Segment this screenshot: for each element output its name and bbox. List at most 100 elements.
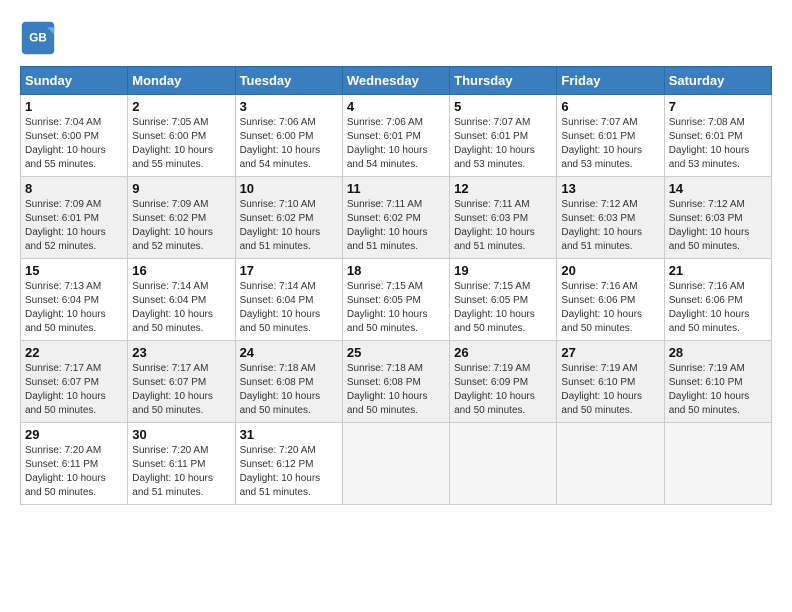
day-number: 20 — [561, 263, 659, 278]
svg-text:GB: GB — [29, 32, 47, 45]
day-number: 10 — [240, 181, 338, 196]
calendar-cell: 24 Sunrise: 7:18 AM Sunset: 6:08 PM Dayli… — [235, 341, 342, 423]
day-number: 27 — [561, 345, 659, 360]
day-number: 6 — [561, 99, 659, 114]
logo: GB — [20, 20, 60, 56]
day-info: Sunrise: 7:18 AM Sunset: 6:08 PM Dayligh… — [347, 362, 445, 418]
day-info: Sunrise: 7:18 AM Sunset: 6:08 PM Dayligh… — [240, 362, 338, 418]
day-info: Sunrise: 7:16 AM Sunset: 6:06 PM Dayligh… — [561, 280, 659, 336]
day-number: 18 — [347, 263, 445, 278]
calendar-header-row: SundayMondayTuesdayWednesdayThursdayFrid… — [21, 67, 772, 95]
calendar-cell — [664, 423, 771, 505]
day-number: 28 — [669, 345, 767, 360]
calendar-week-5: 29 Sunrise: 7:20 AM Sunset: 6:11 PM Dayli… — [21, 423, 772, 505]
day-info: Sunrise: 7:07 AM Sunset: 6:01 PM Dayligh… — [561, 116, 659, 172]
day-number: 24 — [240, 345, 338, 360]
calendar-cell: 23 Sunrise: 7:17 AM Sunset: 6:07 PM Dayli… — [128, 341, 235, 423]
day-info: Sunrise: 7:15 AM Sunset: 6:05 PM Dayligh… — [347, 280, 445, 336]
day-number: 13 — [561, 181, 659, 196]
calendar-week-1: 1Sunrise: 7:04 AM Sunset: 6:00 PM Daylig… — [21, 95, 772, 177]
calendar-cell: 7 Sunrise: 7:08 AM Sunset: 6:01 PM Daylig… — [664, 95, 771, 177]
calendar-cell: 4Sunrise: 7:06 AM Sunset: 6:01 PM Daylig… — [342, 95, 449, 177]
calendar-week-2: 8Sunrise: 7:09 AM Sunset: 6:01 PM Daylig… — [21, 177, 772, 259]
calendar-cell: 31 Sunrise: 7:20 AM Sunset: 6:12 PM Dayli… — [235, 423, 342, 505]
day-number: 5 — [454, 99, 552, 114]
calendar-cell — [450, 423, 557, 505]
day-info: Sunrise: 7:19 AM Sunset: 6:09 PM Dayligh… — [454, 362, 552, 418]
calendar-cell: 17 Sunrise: 7:14 AM Sunset: 6:04 PM Dayli… — [235, 259, 342, 341]
calendar-cell: 20 Sunrise: 7:16 AM Sunset: 6:06 PM Dayli… — [557, 259, 664, 341]
calendar-cell: 5Sunrise: 7:07 AM Sunset: 6:01 PM Daylig… — [450, 95, 557, 177]
calendar-cell: 3 Sunrise: 7:06 AM Sunset: 6:00 PM Daylig… — [235, 95, 342, 177]
day-number: 31 — [240, 427, 338, 442]
day-number: 19 — [454, 263, 552, 278]
calendar-cell: 12Sunrise: 7:11 AM Sunset: 6:03 PM Dayli… — [450, 177, 557, 259]
day-number: 3 — [240, 99, 338, 114]
day-header-saturday: Saturday — [664, 67, 771, 95]
day-number: 11 — [347, 181, 445, 196]
day-info: Sunrise: 7:20 AM Sunset: 6:12 PM Dayligh… — [240, 444, 338, 500]
day-info: Sunrise: 7:06 AM Sunset: 6:00 PM Dayligh… — [240, 116, 338, 172]
day-info: Sunrise: 7:10 AM Sunset: 6:02 PM Dayligh… — [240, 198, 338, 254]
day-info: Sunrise: 7:09 AM Sunset: 6:02 PM Dayligh… — [132, 198, 230, 254]
day-number: 26 — [454, 345, 552, 360]
day-info: Sunrise: 7:14 AM Sunset: 6:04 PM Dayligh… — [132, 280, 230, 336]
calendar-cell: 10 Sunrise: 7:10 AM Sunset: 6:02 PM Dayli… — [235, 177, 342, 259]
day-info: Sunrise: 7:15 AM Sunset: 6:05 PM Dayligh… — [454, 280, 552, 336]
calendar-week-4: 22 Sunrise: 7:17 AM Sunset: 6:07 PM Dayli… — [21, 341, 772, 423]
day-header-wednesday: Wednesday — [342, 67, 449, 95]
day-number: 16 — [132, 263, 230, 278]
calendar-cell: 16 Sunrise: 7:14 AM Sunset: 6:04 PM Dayli… — [128, 259, 235, 341]
calendar-cell: 28 Sunrise: 7:19 AM Sunset: 6:10 PM Dayli… — [664, 341, 771, 423]
day-info: Sunrise: 7:06 AM Sunset: 6:01 PM Dayligh… — [347, 116, 445, 172]
calendar-cell: 29 Sunrise: 7:20 AM Sunset: 6:11 PM Dayli… — [21, 423, 128, 505]
day-info: Sunrise: 7:19 AM Sunset: 6:10 PM Dayligh… — [669, 362, 767, 418]
day-info: Sunrise: 7:11 AM Sunset: 6:02 PM Dayligh… — [347, 198, 445, 254]
calendar-cell: 1Sunrise: 7:04 AM Sunset: 6:00 PM Daylig… — [21, 95, 128, 177]
day-header-monday: Monday — [128, 67, 235, 95]
day-header-thursday: Thursday — [450, 67, 557, 95]
calendar-table: SundayMondayTuesdayWednesdayThursdayFrid… — [20, 66, 772, 505]
calendar-cell — [342, 423, 449, 505]
calendar-cell: 26 Sunrise: 7:19 AM Sunset: 6:09 PM Dayli… — [450, 341, 557, 423]
day-number: 25 — [347, 345, 445, 360]
day-number: 17 — [240, 263, 338, 278]
day-info: Sunrise: 7:14 AM Sunset: 6:04 PM Dayligh… — [240, 280, 338, 336]
calendar-cell: 30Sunrise: 7:20 AM Sunset: 6:11 PM Dayli… — [128, 423, 235, 505]
day-number: 30 — [132, 427, 230, 442]
day-info: Sunrise: 7:12 AM Sunset: 6:03 PM Dayligh… — [669, 198, 767, 254]
day-info: Sunrise: 7:05 AM Sunset: 6:00 PM Dayligh… — [132, 116, 230, 172]
header: GB — [20, 20, 772, 56]
calendar-cell: 14 Sunrise: 7:12 AM Sunset: 6:03 PM Dayli… — [664, 177, 771, 259]
calendar-cell: 13 Sunrise: 7:12 AM Sunset: 6:03 PM Dayli… — [557, 177, 664, 259]
day-header-tuesday: Tuesday — [235, 67, 342, 95]
day-info: Sunrise: 7:17 AM Sunset: 6:07 PM Dayligh… — [25, 362, 123, 418]
calendar-cell — [557, 423, 664, 505]
day-number: 21 — [669, 263, 767, 278]
day-info: Sunrise: 7:08 AM Sunset: 6:01 PM Dayligh… — [669, 116, 767, 172]
day-info: Sunrise: 7:19 AM Sunset: 6:10 PM Dayligh… — [561, 362, 659, 418]
day-info: Sunrise: 7:16 AM Sunset: 6:06 PM Dayligh… — [669, 280, 767, 336]
calendar-cell: 8Sunrise: 7:09 AM Sunset: 6:01 PM Daylig… — [21, 177, 128, 259]
day-number: 12 — [454, 181, 552, 196]
day-number: 8 — [25, 181, 123, 196]
day-header-sunday: Sunday — [21, 67, 128, 95]
day-number: 22 — [25, 345, 123, 360]
calendar-cell: 25 Sunrise: 7:18 AM Sunset: 6:08 PM Dayli… — [342, 341, 449, 423]
calendar-cell: 19 Sunrise: 7:15 AM Sunset: 6:05 PM Dayli… — [450, 259, 557, 341]
calendar-cell: 9 Sunrise: 7:09 AM Sunset: 6:02 PM Daylig… — [128, 177, 235, 259]
day-number: 14 — [669, 181, 767, 196]
day-number: 29 — [25, 427, 123, 442]
calendar-cell: 21 Sunrise: 7:16 AM Sunset: 6:06 PM Dayli… — [664, 259, 771, 341]
day-number: 23 — [132, 345, 230, 360]
calendar-cell: 18 Sunrise: 7:15 AM Sunset: 6:05 PM Dayli… — [342, 259, 449, 341]
calendar-week-3: 15Sunrise: 7:13 AM Sunset: 6:04 PM Dayli… — [21, 259, 772, 341]
day-number: 7 — [669, 99, 767, 114]
day-info: Sunrise: 7:13 AM Sunset: 6:04 PM Dayligh… — [25, 280, 123, 336]
day-number: 9 — [132, 181, 230, 196]
day-info: Sunrise: 7:12 AM Sunset: 6:03 PM Dayligh… — [561, 198, 659, 254]
day-info: Sunrise: 7:20 AM Sunset: 6:11 PM Dayligh… — [25, 444, 123, 500]
calendar-cell: 6 Sunrise: 7:07 AM Sunset: 6:01 PM Daylig… — [557, 95, 664, 177]
day-info: Sunrise: 7:17 AM Sunset: 6:07 PM Dayligh… — [132, 362, 230, 418]
day-number: 2 — [132, 99, 230, 114]
